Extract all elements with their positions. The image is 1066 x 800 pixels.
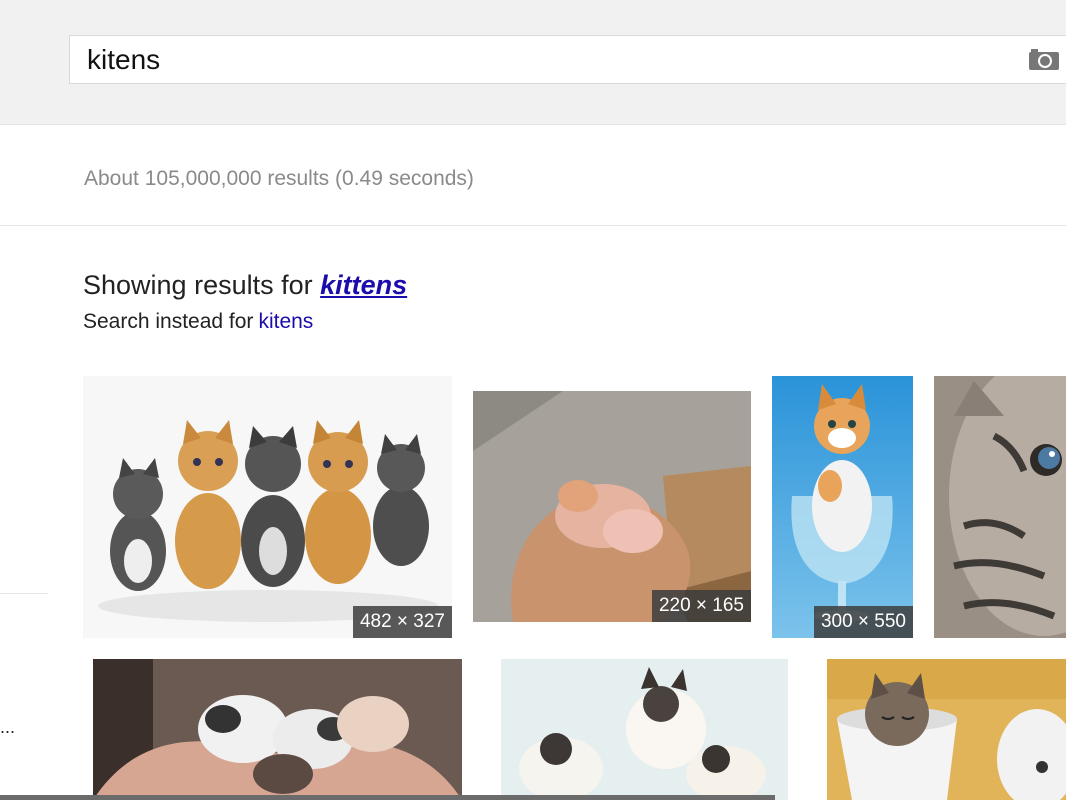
kittens-row-image bbox=[83, 376, 452, 638]
dimensions-badge: 300 × 550 bbox=[813, 606, 913, 638]
result-stats-band: About 105,000,000 results (0.49 seconds) bbox=[0, 125, 1066, 226]
tabby-kitten-closeup-image bbox=[934, 376, 1066, 638]
sidebar-divider bbox=[0, 593, 48, 594]
kittens-in-hands-image bbox=[93, 659, 462, 800]
search-query-text[interactable]: kitens bbox=[87, 45, 160, 75]
camera-icon[interactable] bbox=[1028, 47, 1060, 71]
search-header: kitens bbox=[0, 0, 1066, 125]
image-result[interactable]: 300 × 550 bbox=[772, 376, 913, 638]
search-instead: Search instead for kitens bbox=[83, 310, 313, 334]
search-input[interactable]: kitens bbox=[69, 35, 1066, 84]
horizontal-scrollbar[interactable] bbox=[0, 795, 775, 800]
siamese-kittens-image bbox=[501, 659, 788, 800]
result-stats: About 105,000,000 results (0.49 seconds) bbox=[84, 167, 474, 190]
image-result[interactable] bbox=[934, 376, 1066, 638]
corrected-query-link[interactable]: kittens bbox=[320, 270, 407, 300]
dimensions-badge: 482 × 327 bbox=[352, 606, 452, 638]
dimensions-badge: 220 × 165 bbox=[651, 590, 751, 622]
image-result[interactable]: 220 × 165 bbox=[473, 391, 751, 622]
image-result[interactable] bbox=[501, 659, 788, 800]
original-query-link[interactable]: kitens bbox=[258, 310, 313, 333]
image-result[interactable] bbox=[827, 659, 1066, 800]
showing-prefix: Showing results for bbox=[83, 270, 313, 300]
image-result[interactable] bbox=[93, 659, 462, 800]
spelling-correction: Showing results for kittens bbox=[83, 270, 407, 301]
kitten-in-glass-image bbox=[772, 376, 913, 638]
sidebar-ellipsis[interactable]: ... bbox=[0, 717, 15, 738]
kitten-in-cup-image bbox=[827, 659, 1066, 800]
newborn-kitten-image bbox=[473, 391, 751, 622]
instead-prefix: Search instead for bbox=[83, 310, 254, 333]
image-result[interactable]: 482 × 327 bbox=[83, 376, 452, 638]
